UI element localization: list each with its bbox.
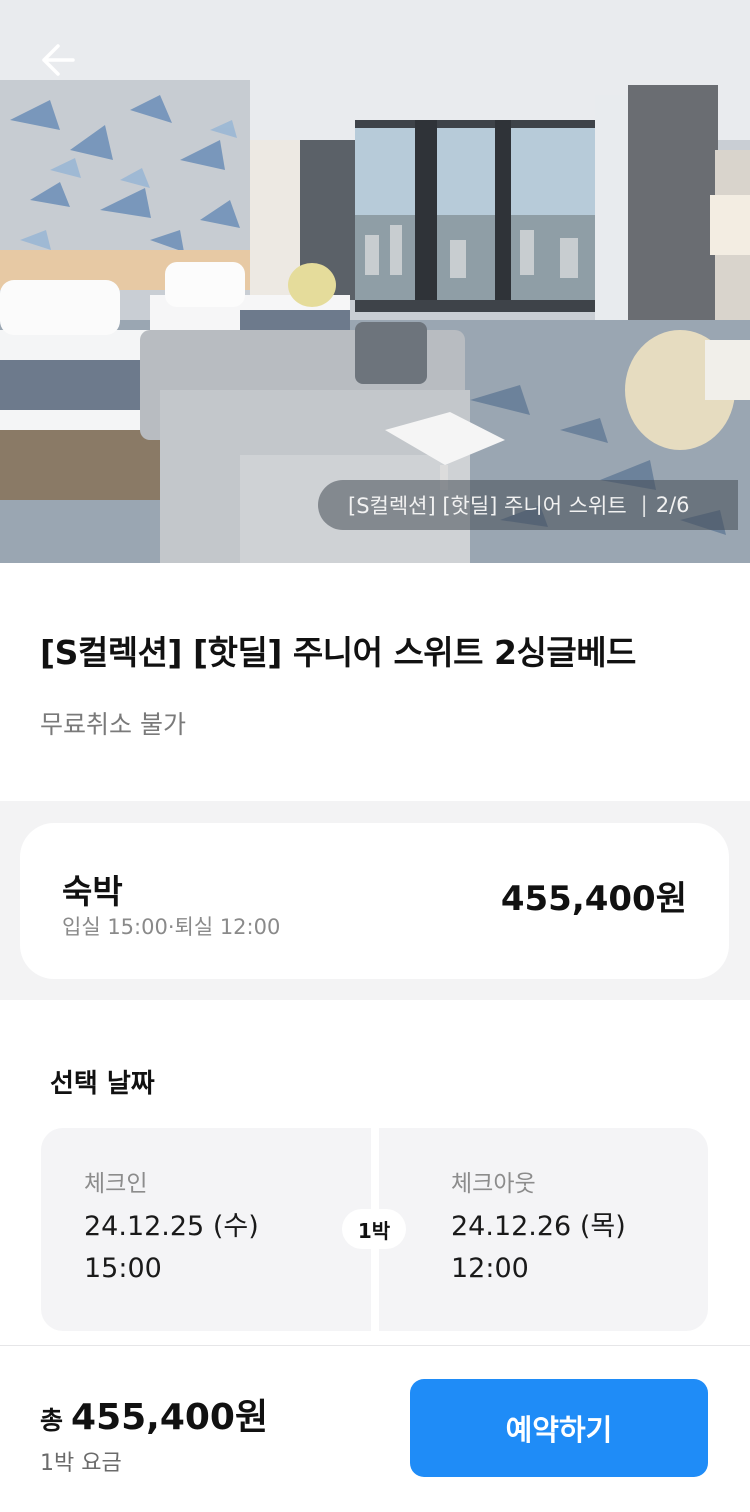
gallery-caption-pill: [S컬렉션] [핫딜] 주니어 스위트 | 2/6	[318, 480, 738, 530]
stay-type-label: 숙박	[62, 872, 123, 911]
check-in-box[interactable]: 체크인 24.12.25 (수) 15:00	[41, 1128, 371, 1331]
total-amount: 455,400원	[71, 1397, 269, 1438]
check-out-date: 24.12.26 (목)	[451, 1211, 626, 1242]
check-out-time: 12:00	[451, 1253, 529, 1284]
room-photo-gallery[interactable]: [S컬렉션] [핫딜] 주니어 스위트 | 2/6	[0, 0, 750, 563]
gallery-caption: [S컬렉션] [핫딜] 주니어 스위트	[348, 494, 627, 518]
gallery-position: 2/6	[655, 493, 690, 517]
back-button[interactable]	[30, 36, 86, 84]
stay-price: 455,400원	[500, 879, 687, 919]
room-title: [S컬렉션] [핫딜] 주니어 스위트 2싱글베드	[40, 633, 636, 672]
cancel-policy: 무료취소 불가	[40, 710, 186, 739]
check-times: 입실 15:00·퇴실 12:00	[62, 915, 281, 939]
total-prefix: 총	[40, 1406, 64, 1435]
check-out-box[interactable]: 체크아웃 24.12.26 (목) 12:00	[379, 1128, 708, 1331]
booking-bar: 총 455,400원 1박 요금 예약하기	[0, 1345, 750, 1512]
book-button[interactable]: 예약하기	[410, 1379, 708, 1477]
total-note: 1박 요금	[40, 1451, 122, 1476]
arrow-left-icon	[42, 44, 75, 76]
check-out-label: 체크아웃	[451, 1171, 536, 1197]
check-in-date: 24.12.25 (수)	[84, 1211, 259, 1242]
total-price: 총 455,400원	[40, 1388, 268, 1440]
check-in-time: 15:00	[84, 1253, 162, 1284]
divider: |	[640, 493, 648, 517]
check-in-label: 체크인	[84, 1171, 148, 1197]
stay-option-card[interactable]: 숙박 입실 15:00·퇴실 12:00 455,400원	[20, 823, 729, 979]
selected-dates-heading: 선택 날짜	[50, 1069, 155, 1099]
room-photo	[0, 0, 750, 563]
nights-badge: 1박	[342, 1209, 406, 1249]
